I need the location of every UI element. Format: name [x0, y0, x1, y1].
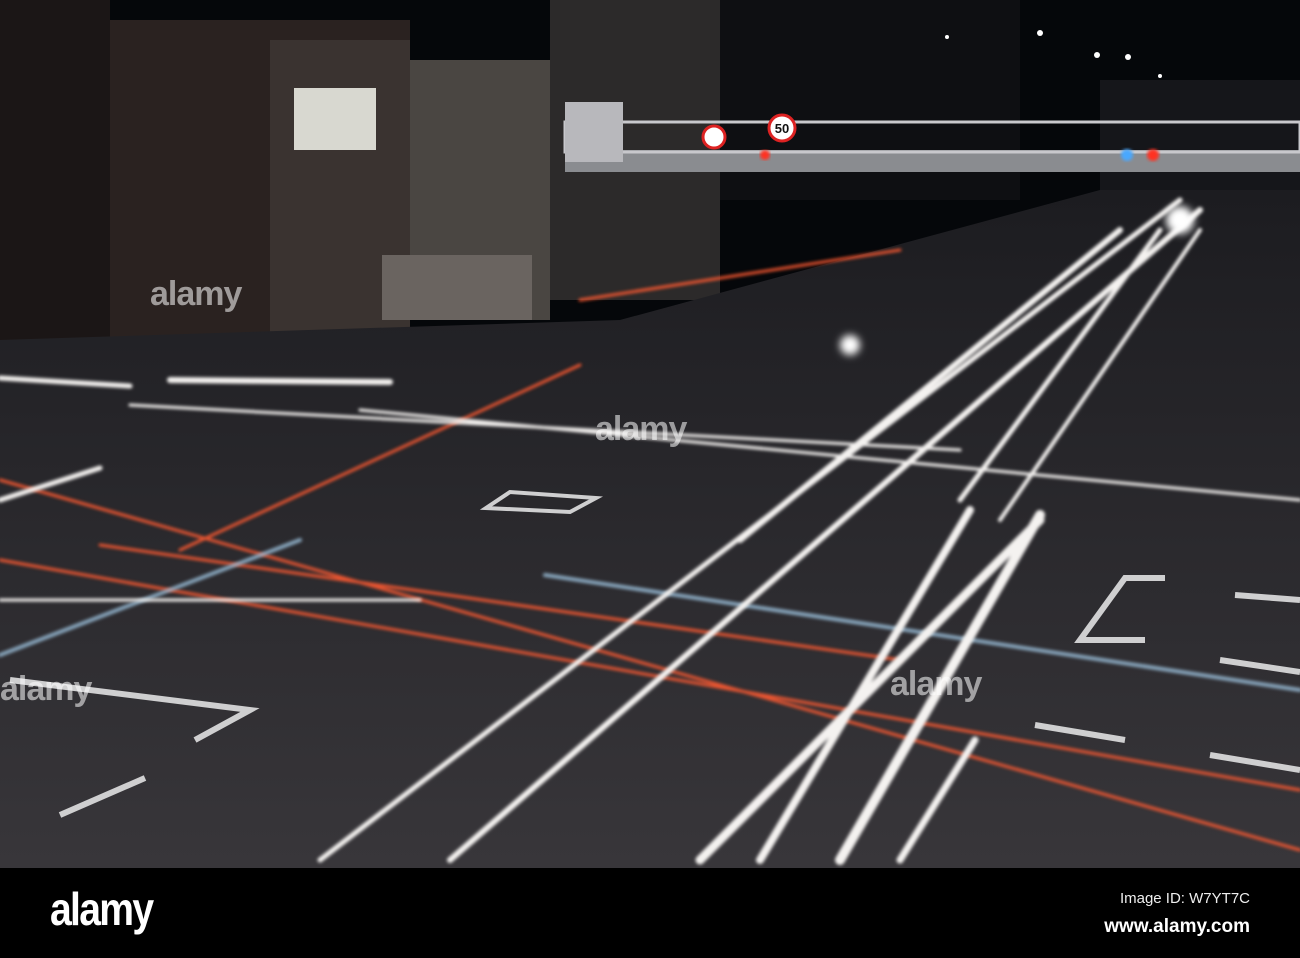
no-u-turn-sign [701, 124, 727, 150]
speed-limit-value: 50 [775, 121, 789, 136]
traffic-light-blue [1121, 149, 1133, 161]
alamy-logo: alamy [50, 883, 154, 935]
watermark-text: alamy [595, 410, 687, 448]
stock-footer-bar: alamy Image ID: W7YT7C www.alamy.com [0, 868, 1300, 958]
image-id: Image ID: W7YT7C [1119, 890, 1250, 907]
stock-photo-page: 50 alamy alamy alamy alamy alamy Image I… [0, 0, 1300, 958]
watermark-text: alamy [150, 275, 242, 313]
watermark-text: alamy [890, 665, 982, 703]
traffic-light-red [1147, 149, 1159, 161]
site-url: www.alamy.com [1104, 916, 1250, 937]
watermark-text: alamy [0, 670, 92, 708]
